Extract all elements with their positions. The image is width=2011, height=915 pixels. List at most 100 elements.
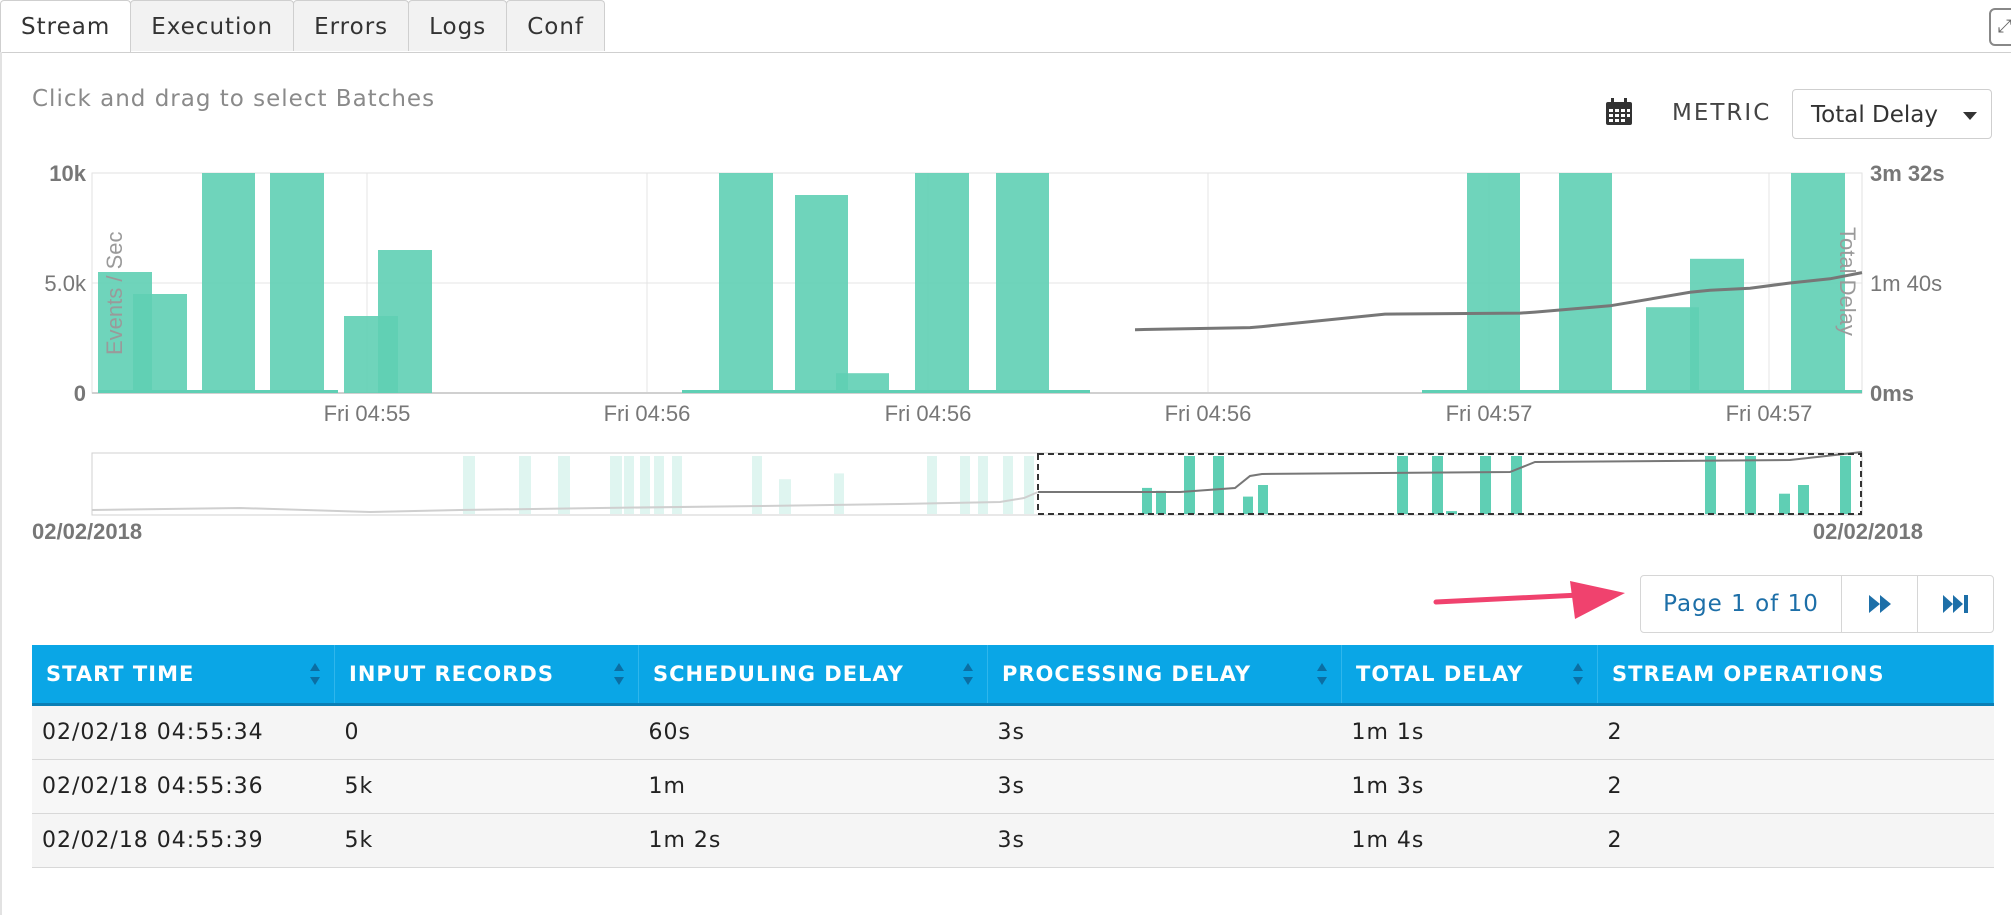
y-axis-label: Events / Sec <box>102 231 127 355</box>
chart-bar <box>1559 173 1612 393</box>
chart-bar <box>996 173 1049 393</box>
column-label: STREAM OPERATIONS <box>1612 662 1885 686</box>
y-axis-ticks: 10k 5.0k 0 <box>44 161 87 406</box>
fast-forward-icon[interactable] <box>1842 576 1918 632</box>
chart-bar-baseline <box>1422 390 1862 393</box>
overview-bar <box>1480 456 1491 514</box>
cell-total-delay: 1m 3s <box>1341 759 1598 814</box>
tab-bar: Stream Execution Errors Logs Conf <box>0 0 606 53</box>
overview-bar <box>1213 456 1224 514</box>
y-tick: 10k <box>49 161 86 186</box>
cell-start-time: 02/02/18 04:55:36 <box>32 759 335 814</box>
tab-stream[interactable]: Stream <box>0 0 132 53</box>
overview-bar <box>1432 456 1443 514</box>
overview-bar-faded <box>960 456 970 514</box>
overview-bar-faded <box>558 456 570 514</box>
chart-bar <box>202 173 255 393</box>
overview-bar <box>1397 456 1408 514</box>
cell-processing-delay: 3s <box>987 704 1342 760</box>
overview-bar-faded <box>672 456 682 514</box>
overview-bar-faded <box>927 456 937 514</box>
column-header-stream-operations[interactable]: STREAM OPERATIONS <box>1597 645 1994 706</box>
batches-table: START TIME INPUT RECORDS SCHEDULING DELA… <box>32 645 1994 868</box>
tab-logs[interactable]: Logs <box>408 0 508 51</box>
x-axis-ticks: Fri 04:55 Fri 04:56 Fri 04:56 Fri 04:56 … <box>324 401 1813 426</box>
y2-axis-label: Total Delay <box>1835 227 1860 336</box>
x-tick: Fri 04:56 <box>885 401 972 426</box>
cell-scheduling-delay: 1m <box>638 759 988 814</box>
table-header-row: START TIME INPUT RECORDS SCHEDULING DELA… <box>32 645 1994 706</box>
x-tick: Fri 04:56 <box>1165 401 1252 426</box>
x-tick: Fri 04:57 <box>1726 401 1813 426</box>
cell-input-records: 5k <box>334 759 639 814</box>
chart-bar <box>270 173 324 393</box>
cell-scheduling-delay: 1m 2s <box>638 813 988 868</box>
column-header-total-delay[interactable]: TOTAL DELAY <box>1341 645 1598 706</box>
column-label: SCHEDULING DELAY <box>653 662 904 686</box>
overview-bar-faded <box>519 456 531 514</box>
overview-bar-faded <box>463 456 475 514</box>
throughput-chart[interactable]: 10k 5.0k 0 3m 32s 1m 40s 0ms Fri 04:55 F… <box>0 155 2011 430</box>
sort-icon[interactable] <box>1571 660 1585 688</box>
overview-bar <box>1243 496 1253 514</box>
chart-bar <box>378 250 432 393</box>
y-tick: 0 <box>74 381 86 406</box>
column-header-input-records[interactable]: INPUT RECORDS <box>334 645 639 706</box>
overview-bar <box>1184 456 1195 514</box>
skip-to-end-icon[interactable] <box>1918 576 1993 632</box>
overview-bar-faded <box>834 473 844 514</box>
overview-bar-faded <box>610 456 622 514</box>
column-header-processing-delay[interactable]: PROCESSING DELAY <box>987 645 1342 706</box>
overview-bar-faded <box>624 456 634 514</box>
column-header-scheduling-delay[interactable]: SCHEDULING DELAY <box>638 645 988 706</box>
chart-bar <box>795 195 848 393</box>
tab-conf[interactable]: Conf <box>506 0 606 51</box>
pagination: Page 1 of 10 <box>1640 575 1994 633</box>
chevron-down-icon <box>1963 112 1977 120</box>
cell-input-records: 0 <box>334 704 639 760</box>
expand-icon[interactable]: ⤢ <box>1989 8 2011 46</box>
overview-bar-faded <box>779 479 791 514</box>
cell-stream-operations: 2 <box>1597 704 1994 760</box>
overview-bar <box>1745 456 1756 514</box>
chart-bar <box>1467 173 1520 393</box>
overview-bar-faded <box>654 456 664 514</box>
metric-label: METRIC <box>1672 100 1772 126</box>
column-label: START TIME <box>46 662 195 686</box>
column-header-start-time[interactable]: START TIME <box>32 645 335 706</box>
chart-bar <box>719 173 773 393</box>
overview-bar <box>1705 456 1716 514</box>
tab-errors[interactable]: Errors <box>293 0 410 51</box>
sort-icon[interactable] <box>961 660 975 688</box>
overview-chart[interactable]: 02/02/2018 02/02/2018 <box>0 448 2011 548</box>
table-row[interactable]: 02/02/18 04:55:34 0 60s 3s 1m 1s 2 <box>32 704 1994 760</box>
overview-bar-faded <box>978 456 988 514</box>
table-row[interactable]: 02/02/18 04:55:39 5k 1m 2s 3s 1m 4s 2 <box>32 813 1994 868</box>
y2-tick: 3m 32s <box>1870 161 1945 186</box>
sort-icon[interactable] <box>1315 660 1329 688</box>
y-tick: 5.0k <box>44 271 87 296</box>
chart-bar-baseline <box>98 390 338 393</box>
tab-execution[interactable]: Execution <box>130 0 295 51</box>
cell-start-time: 02/02/18 04:55:34 <box>32 704 335 760</box>
overview-end-date: 02/02/2018 <box>1813 519 1923 544</box>
page-indicator[interactable]: Page 1 of 10 <box>1641 576 1842 632</box>
cell-start-time: 02/02/18 04:55:39 <box>32 813 335 868</box>
overview-bar <box>1798 485 1809 514</box>
overview-start-date: 02/02/2018 <box>32 519 142 544</box>
table-row[interactable]: 02/02/18 04:55:36 5k 1m 3s 1m 3s 2 <box>32 759 1994 814</box>
x-tick: Fri 04:56 <box>604 401 691 426</box>
overview-bar <box>1258 485 1268 514</box>
cell-scheduling-delay: 60s <box>638 704 988 760</box>
cell-total-delay: 1m 1s <box>1341 704 1598 760</box>
overview-bar-faded <box>1003 456 1013 514</box>
sort-icon[interactable] <box>612 660 626 688</box>
metric-dropdown[interactable]: Total Delay <box>1792 89 1992 139</box>
overview-bar <box>1156 490 1166 514</box>
sort-icon[interactable] <box>308 660 322 688</box>
chart-bar-baseline <box>682 390 1090 393</box>
column-label: INPUT RECORDS <box>349 662 554 686</box>
tab-divider <box>0 52 2011 53</box>
calendar-icon[interactable] <box>1604 97 1634 127</box>
overview-bar <box>1511 456 1522 514</box>
